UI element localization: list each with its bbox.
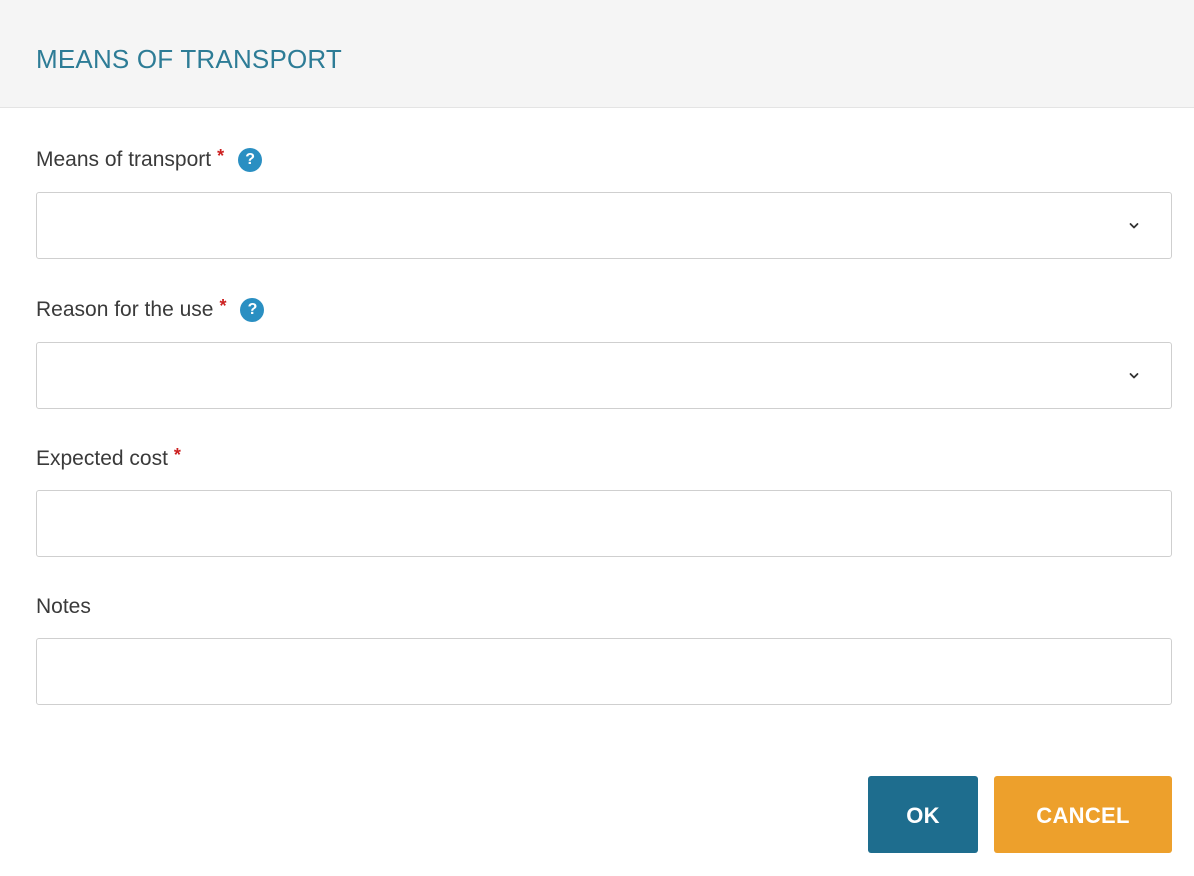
notes-input[interactable] — [37, 639, 1171, 704]
question-circle-icon[interactable]: ? — [240, 298, 265, 322]
notes-field — [36, 638, 1172, 705]
notes-label: Notes — [36, 593, 91, 621]
expected-cost-label: Expected cost * — [36, 445, 181, 473]
required-asterisk: * — [217, 146, 225, 166]
expected-cost-label-text: Expected cost — [36, 447, 168, 470]
means-of-transport-label-text: Means of transport — [36, 148, 212, 171]
expected-cost-field — [36, 490, 1172, 557]
means-of-transport-dialog: MEANS OF TRANSPORT Means of transport * … — [0, 0, 1194, 876]
chevron-down-icon — [1129, 373, 1139, 379]
required-asterisk: * — [173, 445, 181, 465]
reason-for-use-select[interactable] — [36, 342, 1172, 409]
dialog-title: MEANS OF TRANSPORT — [36, 44, 343, 74]
notes-label-text: Notes — [36, 595, 91, 618]
reason-for-use-label: Reason for the use * ? — [36, 296, 265, 324]
required-asterisk: * — [219, 296, 227, 316]
expected-cost-input[interactable] — [37, 491, 1171, 556]
cancel-button[interactable]: CANCEL — [994, 776, 1172, 853]
chevron-down-icon — [1129, 223, 1139, 229]
means-of-transport-label: Means of transport * ? — [36, 146, 263, 174]
question-circle-icon[interactable]: ? — [238, 148, 263, 172]
means-of-transport-select[interactable] — [36, 192, 1172, 259]
reason-for-use-label-text: Reason for the use — [36, 298, 214, 321]
dialog-header: MEANS OF TRANSPORT — [0, 0, 1194, 108]
ok-button[interactable]: OK — [868, 776, 978, 853]
